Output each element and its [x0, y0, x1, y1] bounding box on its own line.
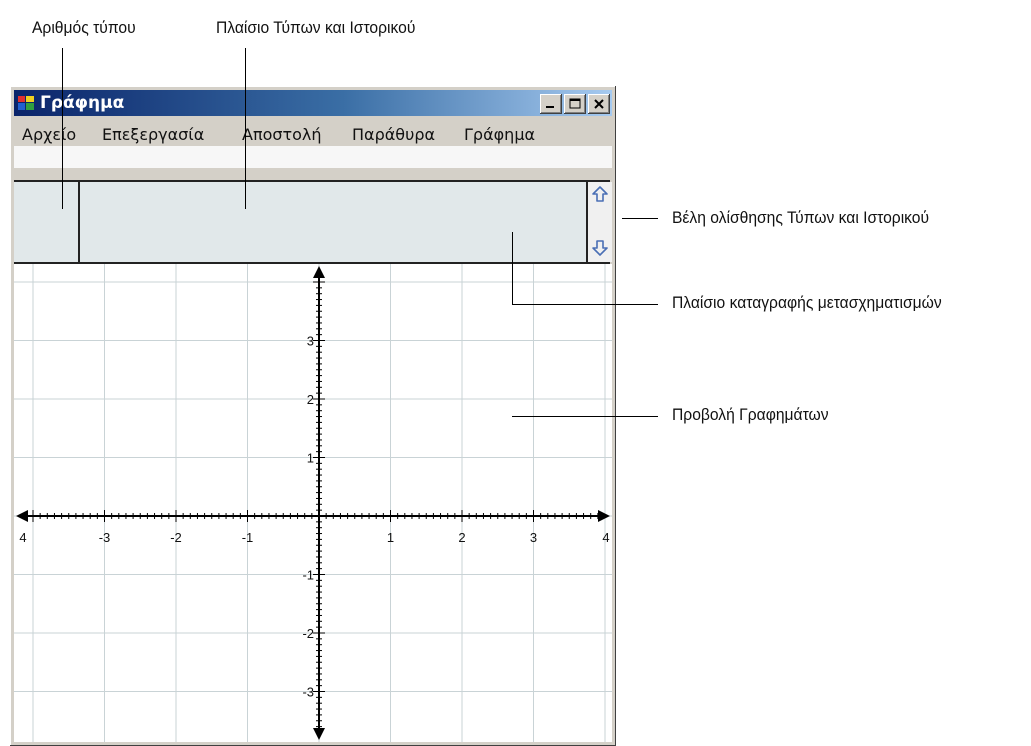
- annotation-formula-number: Αριθμός τύπου: [32, 18, 136, 37]
- menu-item-edit[interactable]: Επεξεργασία: [102, 125, 204, 144]
- leader-line-formula-number: [62, 48, 63, 209]
- leader-line-formula-history: [245, 48, 246, 209]
- formula-history-box[interactable]: [80, 182, 584, 262]
- annotation-graph-view: Προβολή Γραφημάτων: [672, 405, 829, 424]
- x-tick-label: 4: [19, 530, 26, 545]
- y-tick-label: -1: [302, 568, 314, 583]
- close-icon: [594, 99, 604, 109]
- formula-scrollbar[interactable]: [586, 182, 612, 262]
- annotation-transform-panel: Πλαίσιο καταγραφής μετασχηματισμών: [672, 293, 942, 312]
- x-tick-label: 1: [387, 530, 394, 545]
- x-tick-label: -3: [99, 530, 111, 545]
- title-bar[interactable]: Γράφημα: [14, 90, 612, 116]
- app-icon: [18, 96, 34, 110]
- scroll-up-arrow-icon[interactable]: [590, 184, 610, 206]
- maximize-button[interactable]: [564, 94, 586, 114]
- window-title: Γράφημα: [40, 93, 125, 113]
- leader-line-transform-vertical: [512, 232, 513, 304]
- menu-item-file[interactable]: Αρχείο: [22, 125, 76, 144]
- y-tick-label: 2: [307, 392, 314, 407]
- x-tick-label: -1: [242, 530, 254, 545]
- y-tick-label: -2: [302, 626, 314, 641]
- scroll-down-arrow-icon[interactable]: [590, 236, 610, 258]
- x-axis-right-arrow: [598, 510, 610, 522]
- annotation-scroll-arrows: Βέλη ολίσθησης Τύπων και Ιστορικού: [672, 208, 930, 227]
- close-button[interactable]: [588, 94, 610, 114]
- x-tick-label: -2: [170, 530, 182, 545]
- leader-line-scroll-arrows: [622, 218, 658, 219]
- y-tick-label: 3: [307, 334, 314, 349]
- menu-item-windows[interactable]: Παράθυρα: [352, 125, 435, 144]
- x-tick-label: 3: [530, 530, 537, 545]
- toolbar-strip: [14, 146, 612, 168]
- formula-number-box[interactable]: [14, 182, 80, 262]
- y-tick-label: 1: [307, 451, 314, 466]
- menu-item-graph[interactable]: Γράφημα: [464, 125, 535, 144]
- x-tick-label: 4: [602, 530, 609, 545]
- minimize-button[interactable]: [540, 94, 562, 114]
- leader-line-transform-horizontal: [512, 304, 658, 305]
- y-axis-top-arrow: [313, 266, 325, 278]
- menu-item-send[interactable]: Αποστολή: [242, 125, 322, 144]
- y-tick-label: -3: [302, 685, 314, 700]
- x-tick-label: 2: [458, 530, 465, 545]
- annotation-formula-history-panel: Πλαίσιο Τύπων και Ιστορικού: [216, 18, 416, 37]
- maximize-icon: [569, 98, 581, 109]
- formula-history-panel: [14, 180, 612, 264]
- graph-view[interactable]: 4 -3 -2 -1 1 2 3 4 3 2 1 -1 -2 -3: [14, 264, 612, 742]
- minimize-icon: [546, 106, 554, 108]
- y-axis-bottom-arrow: [313, 728, 325, 740]
- leader-line-graph-view: [512, 416, 658, 417]
- menu-bar: Αρχείο Επεξεργασία Αποστολή Παράθυρα Γρά…: [14, 118, 612, 144]
- x-axis-left-arrow: [16, 510, 28, 522]
